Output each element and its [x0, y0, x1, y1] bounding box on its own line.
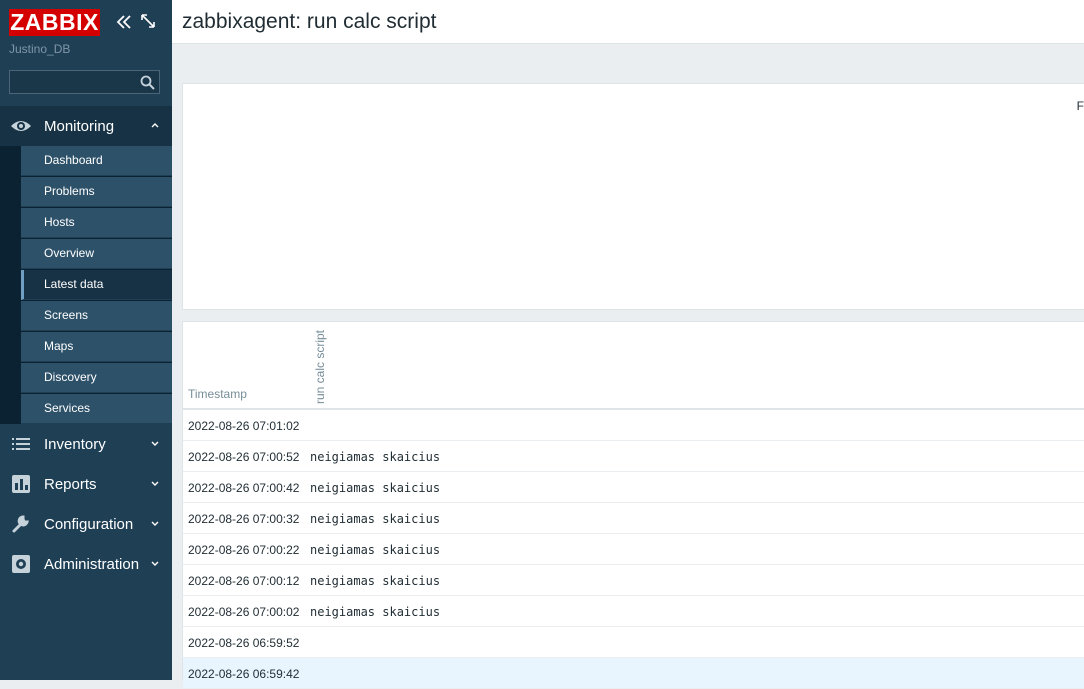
timestamp-cell: 2022-08-26 07:00:42	[188, 481, 300, 495]
table-row: 2022-08-26 07:00:02 neigiamas skaicius	[183, 596, 1084, 627]
gear-icon	[12, 555, 30, 573]
table-row: 2022-08-26 06:59:42	[183, 658, 1084, 689]
timestamp-cell: 2022-08-26 07:00:52	[188, 450, 300, 464]
zabbix-logo[interactable]: ZABBIX	[9, 9, 100, 36]
menu-label: Reports	[44, 475, 97, 493]
submenu-item-maps[interactable]: Maps	[21, 332, 172, 362]
timestamp-cell: 2022-08-26 07:00:12	[188, 574, 300, 588]
menu-monitoring[interactable]: Monitoring	[0, 106, 172, 146]
chevron-down-icon	[151, 441, 159, 446]
menu-label: Inventory	[44, 435, 106, 453]
menu-administration[interactable]: Administration	[0, 544, 172, 584]
value-cell: neigiamas skaicius	[310, 543, 441, 557]
history-table: Timestamp run calc script 2022-08-26 07:…	[182, 321, 1084, 689]
sidebar: ZABBIX Justino_DB Monitoring Dashboard P…	[0, 0, 172, 680]
kiosk-mode-icon[interactable]	[141, 14, 155, 28]
submenu-item-problems[interactable]: Problems	[21, 177, 172, 207]
collapse-sidebar-icon[interactable]	[115, 13, 133, 31]
chevron-down-icon	[151, 481, 159, 486]
graph-edge-text: F	[1076, 99, 1084, 113]
timestamp-cell: 2022-08-26 06:59:52	[188, 636, 300, 650]
page-header: zabbixagent: run calc script	[172, 0, 1084, 44]
submenu-item-services[interactable]: Services	[21, 394, 172, 424]
search-icon[interactable]	[140, 75, 155, 90]
table-row: 2022-08-26 07:00:52 neigiamas skaicius	[183, 441, 1084, 472]
chevron-down-icon	[151, 521, 159, 526]
menu-label: Configuration	[44, 515, 134, 533]
timestamp-cell: 2022-08-26 07:00:02	[188, 605, 300, 619]
timestamp-cell: 2022-08-26 07:00:22	[188, 543, 300, 557]
timestamp-cell: 2022-08-26 06:59:42	[188, 667, 300, 681]
table-row: 2022-08-26 06:59:52	[183, 627, 1084, 658]
value-cell: neigiamas skaicius	[310, 605, 441, 619]
wrench-icon	[12, 515, 29, 533]
search-input[interactable]	[9, 70, 160, 94]
column-header-timestamp: Timestamp	[188, 387, 247, 401]
menu-configuration[interactable]: Configuration	[0, 504, 172, 544]
submenu-item-dashboard[interactable]: Dashboard	[21, 146, 172, 176]
submenu-item-hosts[interactable]: Hosts	[21, 208, 172, 238]
bar-chart-icon	[12, 475, 30, 493]
value-cell: neigiamas skaicius	[310, 512, 441, 526]
graph-panel: F	[182, 83, 1084, 310]
table-row: 2022-08-26 07:00:12 neigiamas skaicius	[183, 565, 1084, 596]
value-cell: neigiamas skaicius	[310, 574, 441, 588]
chevron-down-icon	[151, 561, 159, 566]
menu-reports[interactable]: Reports	[0, 464, 172, 504]
table-header: Timestamp run calc script	[183, 322, 1084, 410]
submenu-item-discovery[interactable]: Discovery	[21, 363, 172, 393]
table-row: 2022-08-26 07:01:02	[183, 410, 1084, 441]
menu-label: Administration	[44, 555, 140, 573]
monitoring-submenu: Dashboard Problems Hosts Overview Latest…	[0, 146, 172, 424]
table-row: 2022-08-26 07:00:22 neigiamas skaicius	[183, 534, 1084, 565]
submenu-item-screens[interactable]: Screens	[21, 301, 172, 331]
column-header-item: run calc script	[313, 329, 327, 404]
value-cell: neigiamas skaicius	[310, 450, 441, 464]
menu-label: Monitoring	[44, 117, 115, 135]
eye-icon	[11, 121, 31, 131]
table-row: 2022-08-26 07:00:32 neigiamas skaicius	[183, 503, 1084, 534]
timestamp-cell: 2022-08-26 07:00:32	[188, 512, 300, 526]
submenu-item-latest-data[interactable]: Latest data	[21, 270, 172, 300]
page-title: zabbixagent: run calc script	[182, 10, 437, 33]
timestamp-cell: 2022-08-26 07:01:02	[188, 419, 300, 433]
submenu-item-overview[interactable]: Overview	[21, 239, 172, 269]
chevron-up-icon	[151, 123, 159, 128]
value-cell: neigiamas skaicius	[310, 481, 441, 495]
list-icon	[12, 438, 30, 450]
table-row: 2022-08-26 07:00:42 neigiamas skaicius	[183, 472, 1084, 503]
menu-inventory[interactable]: Inventory	[0, 424, 172, 464]
server-name: Justino_DB	[9, 42, 71, 56]
